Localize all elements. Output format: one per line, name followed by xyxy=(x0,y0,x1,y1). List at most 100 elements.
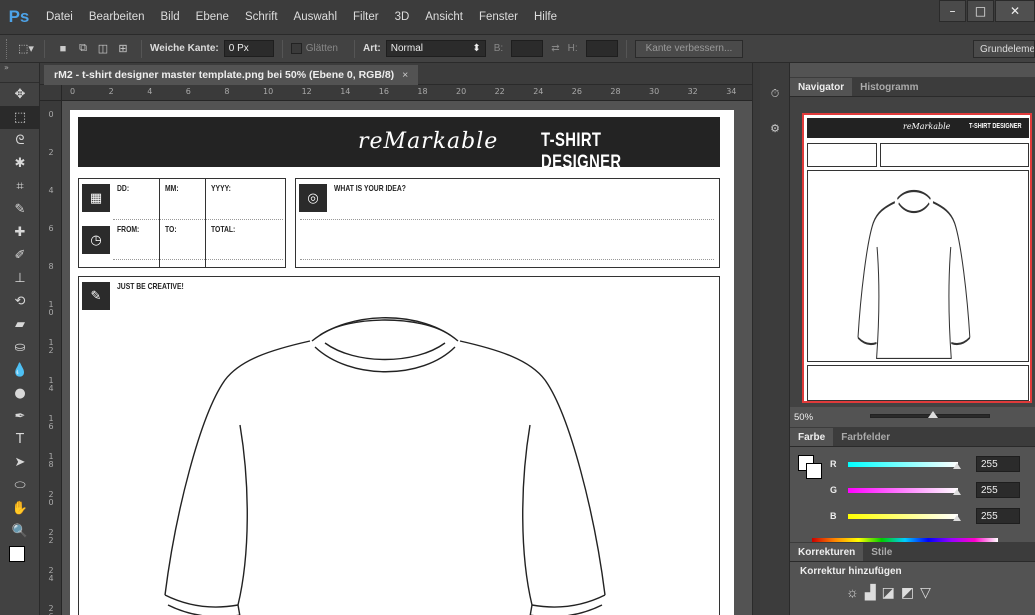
hand-tool-icon[interactable]: ✋ xyxy=(0,497,40,520)
tab-adjustments[interactable]: Korrekturen xyxy=(790,543,864,561)
move-tool-icon[interactable]: ✥ xyxy=(0,83,40,106)
exposure-icon[interactable]: ◩ xyxy=(901,584,914,601)
antialias-label: Glätten xyxy=(305,43,338,54)
ruler-tick-label: 14 xyxy=(340,87,351,96)
healing-brush-tool-icon[interactable]: ✚ xyxy=(0,221,40,244)
divider xyxy=(300,219,714,220)
menu-auswahl[interactable]: Auswahl xyxy=(286,11,345,23)
color-sliders: R 255 G 255 B 255 xyxy=(790,447,1035,555)
zoom-tool-icon[interactable]: 🔍 xyxy=(0,520,40,543)
blue-input[interactable]: 255 xyxy=(976,508,1020,524)
height-input[interactable] xyxy=(585,40,618,57)
menu-schrift[interactable]: Schrift xyxy=(237,11,286,23)
workspace-switcher[interactable]: Grundelemente xyxy=(973,40,1035,58)
eraser-tool-icon[interactable]: ▰ xyxy=(0,313,40,336)
tab-histogram[interactable]: Histogramm xyxy=(852,78,926,96)
curves-icon[interactable]: ◪ xyxy=(882,584,895,601)
subtract-selection-icon[interactable]: ◫ xyxy=(93,40,113,58)
history-panel-icon[interactable]: ⏱ xyxy=(760,81,790,107)
brightness-icon[interactable]: ☼ xyxy=(846,584,859,601)
ruler-tick-label: 10 xyxy=(48,300,54,317)
blue-slider-handle[interactable] xyxy=(953,515,961,521)
dodge-tool-icon[interactable]: ● xyxy=(0,382,40,405)
menu-ansicht[interactable]: Ansicht xyxy=(417,11,471,23)
refine-edge-button[interactable]: Kante verbessern... xyxy=(634,39,744,58)
minimize-button[interactable]: – xyxy=(939,0,966,22)
tab-color[interactable]: Farbe xyxy=(790,428,834,446)
zoom-slider-knob[interactable] xyxy=(928,411,938,418)
quick-selection-tool-icon[interactable]: ✱ xyxy=(0,152,40,175)
red-slider[interactable] xyxy=(848,461,958,467)
crop-tool-icon[interactable]: ⌗ xyxy=(0,175,40,198)
adjustments-panel: Korrekturen Stile Korrektur hinzufügen ☼… xyxy=(790,542,1035,615)
preview-options-box xyxy=(807,365,1029,401)
blue-slider-row: B 255 xyxy=(830,508,1020,524)
tab-navigator[interactable]: Navigator xyxy=(790,78,853,96)
green-slider[interactable] xyxy=(848,487,958,493)
red-slider-handle[interactable] xyxy=(953,463,961,469)
ruler-tick-label: 8 xyxy=(48,262,54,271)
close-button[interactable]: ✕ xyxy=(995,0,1035,22)
menu-datei[interactable]: Datei xyxy=(38,11,81,23)
document-canvas[interactable]: reMarkable T-SHIRT DESIGNER ▦ ◷ DD: MM: … xyxy=(70,110,734,615)
menu-hilfe[interactable]: Hilfe xyxy=(526,11,565,23)
canvas-area[interactable]: reMarkable T-SHIRT DESIGNER ▦ ◷ DD: MM: … xyxy=(63,102,752,615)
idea-label: WHAT IS YOUR IDEA? xyxy=(334,183,406,193)
zoom-value[interactable]: 50% xyxy=(794,412,813,423)
tab-styles[interactable]: Stile xyxy=(863,543,900,561)
menu-filter[interactable]: Filter xyxy=(345,11,387,23)
properties-panel-icon[interactable]: ⚙ xyxy=(760,115,790,141)
green-slider-handle[interactable] xyxy=(953,489,961,495)
blue-slider[interactable] xyxy=(848,513,958,519)
close-tab-icon[interactable]: × xyxy=(402,69,408,81)
background-color-swatch[interactable] xyxy=(806,463,822,479)
color-swatches[interactable] xyxy=(0,543,40,567)
blur-tool-icon[interactable]: 💧 xyxy=(0,359,40,382)
brush-tool-icon[interactable]: ✐ xyxy=(0,244,40,267)
tools-collapse-icon[interactable]: » xyxy=(0,63,39,83)
preview-brand: reMarkable xyxy=(903,122,951,131)
menu-3d[interactable]: 3D xyxy=(387,11,418,23)
antialias-checkbox[interactable] xyxy=(290,43,302,54)
menu-ebene[interactable]: Ebene xyxy=(188,11,237,23)
type-tool-icon[interactable]: T xyxy=(0,428,40,451)
ruler-origin[interactable] xyxy=(40,85,62,101)
navigator-panel: Navigator Histogramm reMarkable T-SHIRT … xyxy=(790,77,1035,427)
levels-icon[interactable]: ▟ xyxy=(865,584,876,601)
vertical-scrollbar[interactable] xyxy=(752,63,760,615)
document-tab[interactable]: rM2 - t-shirt designer master template.p… xyxy=(44,65,419,85)
paint-bucket-tool-icon[interactable]: ⛀ xyxy=(0,336,40,359)
width-input[interactable] xyxy=(511,40,544,57)
intersect-selection-icon[interactable]: ⊞ xyxy=(113,40,133,58)
red-input[interactable]: 255 xyxy=(976,456,1020,472)
vibrance-icon[interactable]: ▽ xyxy=(920,584,931,601)
tab-swatches[interactable]: Farbfelder xyxy=(833,428,898,446)
horizontal-ruler[interactable]: 0 2 4 6 8 10 12 14 16 18 20 22 24 26 28 30 32 34 xyxy=(62,85,752,101)
green-input[interactable]: 255 xyxy=(976,482,1020,498)
foreground-color-swatch[interactable] xyxy=(9,546,25,562)
feather-input[interactable]: 0 Px xyxy=(223,40,274,57)
marquee-tool-icon[interactable]: ⬚ xyxy=(0,106,40,129)
history-brush-tool-icon[interactable]: ⟲ xyxy=(0,290,40,313)
lasso-tool-icon[interactable]: ᘓ xyxy=(0,129,40,152)
vertical-ruler[interactable]: 02468101214161820222426 xyxy=(40,101,62,615)
navigator-preview[interactable]: reMarkable T-SHIRT DESIGNER xyxy=(802,113,1032,403)
menu-fenster[interactable]: Fenster xyxy=(471,11,526,23)
eyedropper-tool-icon[interactable]: ✎ xyxy=(0,198,40,221)
menu-bearbeiten[interactable]: Bearbeiten xyxy=(81,11,153,23)
menu-bild[interactable]: Bild xyxy=(152,11,187,23)
swap-icon[interactable]: ⇄ xyxy=(551,43,559,54)
pen-tool-icon[interactable]: ✒ xyxy=(0,405,40,428)
ruler-tick-label: 26 xyxy=(48,604,54,615)
new-selection-icon[interactable]: ■ xyxy=(53,40,73,58)
style-select[interactable]: Normal ⬍ xyxy=(385,40,486,57)
add-selection-icon[interactable]: ⧉ xyxy=(73,40,93,58)
marquee-preset-icon[interactable]: ⬚▾ xyxy=(16,40,36,58)
shape-tool-icon[interactable]: ⬭ xyxy=(0,474,40,497)
clock-icon: ◷ xyxy=(82,226,110,254)
path-selection-tool-icon[interactable]: ➤ xyxy=(0,451,40,474)
ruler-tick-label: 8 xyxy=(224,87,230,96)
options-grip[interactable] xyxy=(6,38,16,59)
clone-stamp-tool-icon[interactable]: ⊥ xyxy=(0,267,40,290)
maximize-button[interactable]: □ xyxy=(967,0,994,22)
